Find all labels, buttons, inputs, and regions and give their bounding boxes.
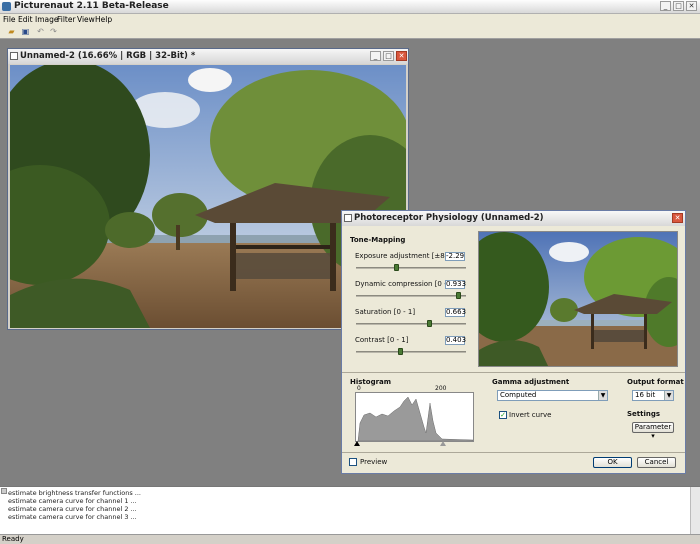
contrast-value-field[interactable]: 0.403 (445, 336, 466, 345)
doc-close-button[interactable]: ✕ (396, 51, 407, 61)
slider-thumb[interactable] (398, 348, 403, 355)
menu-edit[interactable]: Edit (18, 15, 33, 24)
save-icon[interactable]: ▣ (20, 27, 31, 37)
invert-curve-label: Invert curve (509, 411, 552, 419)
dialog-icon (344, 214, 352, 222)
compression-value-field[interactable]: 0.933 (445, 280, 466, 289)
document-icon (10, 52, 18, 60)
slider-label: Contrast [0 - 1] (355, 336, 409, 344)
tone-mapping-heading: Tone-Mapping (350, 236, 406, 244)
slider-thumb[interactable] (426, 320, 432, 327)
white-point-handle[interactable] (440, 441, 446, 446)
redo-icon[interactable]: ↷ (48, 27, 59, 37)
dialog-titlebar: Photoreceptor Physiology (Unnamed-2) ✕ (342, 211, 685, 226)
chevron-down-icon: ▼ (598, 391, 607, 400)
slider-label: Saturation [0 - 1] (355, 308, 416, 316)
menu-file[interactable]: File (3, 15, 16, 24)
status-text: Ready (2, 535, 24, 543)
dialog-close-button[interactable]: ✕ (672, 213, 683, 223)
log-collapse-icon[interactable] (1, 488, 7, 494)
gamma-select[interactable]: Computed ▼ (497, 390, 608, 401)
document-title: Unnamed-2 (16.66% | RGB | 32-Bit) * (20, 51, 196, 61)
slider-track[interactable] (356, 351, 466, 353)
tone-mapping-dialog: Photoreceptor Physiology (Unnamed-2) ✕ T… (341, 210, 686, 474)
output-format-value: 16 bit (635, 391, 656, 399)
app-icon (2, 2, 11, 11)
settings-parameter-button[interactable]: Parameter ▾ (632, 422, 674, 440)
divider (342, 372, 685, 373)
log-scrollbar[interactable] (690, 487, 700, 534)
dialog-title: Photoreceptor Physiology (Unnamed-2) (354, 213, 544, 223)
doc-maximize-button[interactable]: □ (383, 51, 394, 61)
doc-minimize-button[interactable]: _ (370, 51, 381, 61)
preview-checkbox[interactable] (349, 458, 357, 466)
slider-track[interactable] (356, 295, 466, 297)
output-format-select[interactable]: 16 bit ▼ (632, 390, 674, 401)
document-titlebar: Unnamed-2 (16.66% | RGB | 32-Bit) * _ □ … (8, 49, 408, 64)
slider-track[interactable] (356, 323, 466, 325)
histogram-chart (355, 392, 474, 442)
slider-track[interactable] (356, 267, 466, 269)
divider (342, 452, 685, 453)
slider-thumb[interactable] (456, 292, 462, 299)
chevron-down-icon: ▼ (664, 391, 673, 400)
menu-bar: File Edit Image Filter View Help (0, 14, 700, 25)
gamma-select-value: Computed (500, 391, 537, 399)
exposure-value-field[interactable]: -2.29 (445, 252, 465, 261)
slider-label: Exposure adjustment [±8 EV] (355, 252, 459, 260)
slider-label: Dynamic compression [0 - 1] (355, 280, 457, 288)
settings-heading: Settings (627, 410, 661, 418)
log-panel: estimate brightness transfer functions .… (0, 486, 700, 534)
minimize-button[interactable]: _ (660, 1, 671, 11)
black-point-handle[interactable] (354, 441, 360, 446)
menu-filter[interactable]: Filter (57, 15, 76, 24)
maximize-button[interactable]: □ (673, 1, 684, 11)
settings-button-label: Parameter (634, 423, 672, 431)
histogram-max-label: 200 (435, 385, 447, 392)
menu-image[interactable]: Image (35, 15, 59, 24)
saturation-value-field[interactable]: 0.663 (445, 308, 466, 317)
preview-image (478, 231, 678, 367)
chevron-down-icon: ▾ (651, 432, 655, 440)
slider-thumb[interactable] (393, 264, 399, 271)
app-titlebar: Picturenaut 2.11 Beta-Release _ □ ✕ (0, 0, 700, 14)
output-format-heading: Output format (627, 378, 684, 386)
open-icon[interactable]: ▰ (6, 27, 17, 37)
toolbar: ▰ ▣ ↶ ↷ (0, 25, 700, 39)
log-line: estimate camera curve for channel 3 ... (8, 513, 137, 521)
app-title: Picturenaut 2.11 Beta-Release (14, 1, 169, 11)
ok-button[interactable]: OK (593, 457, 632, 468)
preview-label: Preview (360, 458, 388, 466)
menu-help[interactable]: Help (95, 15, 112, 24)
gamma-heading: Gamma adjustment (492, 378, 570, 386)
log-line: estimate brightness transfer functions .… (8, 489, 141, 497)
status-bar: Ready (0, 534, 700, 544)
invert-curve-checkbox[interactable]: ✓ (499, 411, 507, 419)
log-line: estimate camera curve for channel 2 ... (8, 505, 137, 513)
close-button[interactable]: ✕ (686, 1, 697, 11)
cancel-button[interactable]: Cancel (637, 457, 676, 468)
undo-icon[interactable]: ↶ (35, 27, 46, 37)
log-line: estimate camera curve for channel 1 ... (8, 497, 137, 505)
menu-view[interactable]: View (77, 15, 95, 24)
histogram-min-label: 0 (357, 385, 361, 392)
